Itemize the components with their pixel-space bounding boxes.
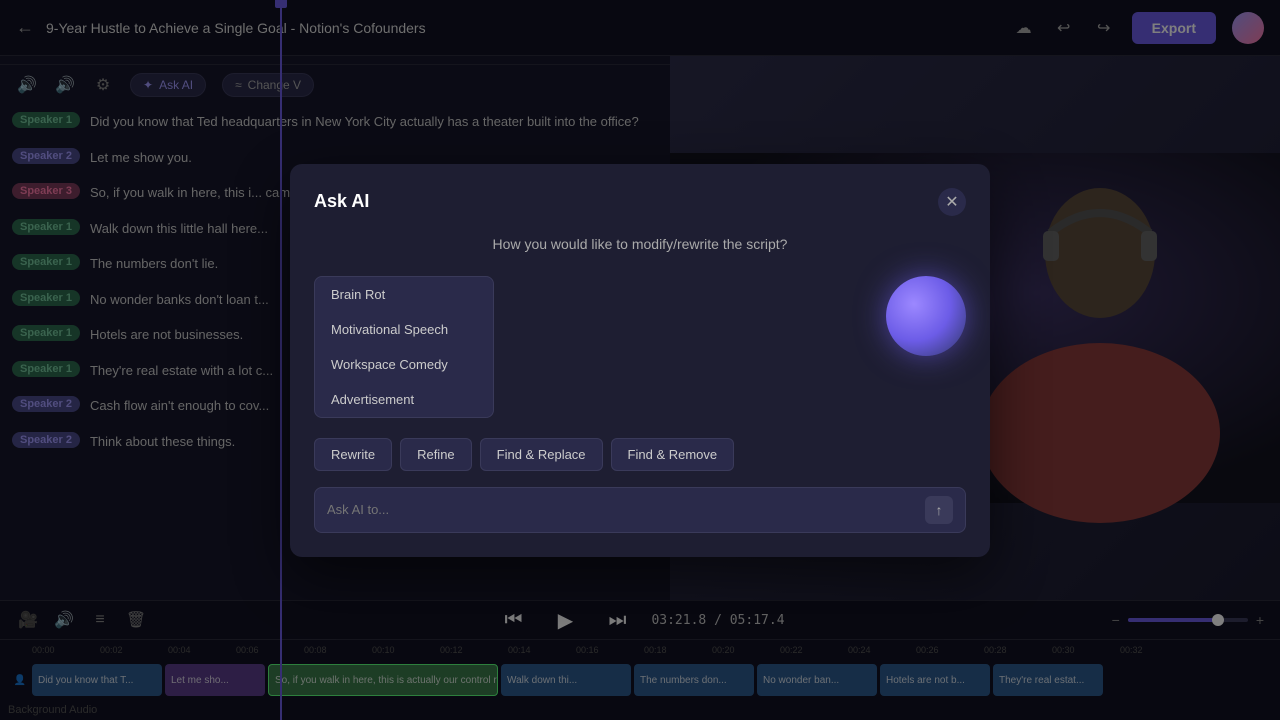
dropdown-item[interactable]: Motivational Speech: [315, 312, 493, 347]
find-&-replace-button[interactable]: Find & Replace: [480, 438, 603, 471]
ask-ai-modal: Ask AI ✕ How you would like to modify/re…: [290, 164, 990, 557]
modal-header: Ask AI ✕: [314, 188, 966, 216]
modal-buttons: RewriteRefineFind & ReplaceFind & Remove: [314, 438, 966, 471]
dropdown-item[interactable]: Brain Rot: [315, 277, 493, 312]
modal-overlay: Ask AI ✕ How you would like to modify/re…: [0, 0, 1280, 720]
modal-title: Ask AI: [314, 191, 369, 212]
find-&-remove-button[interactable]: Find & Remove: [611, 438, 735, 471]
dropdown-menu: Brain RotMotivational SpeechWorkspace Co…: [314, 276, 494, 418]
modal-input-area: ↑: [314, 487, 966, 533]
ask-ai-input[interactable]: [327, 502, 917, 517]
modal-close-button[interactable]: ✕: [938, 188, 966, 216]
ai-orb: [886, 276, 966, 356]
dropdown-item[interactable]: Workspace Comedy: [315, 347, 493, 382]
modal-content-area: Brain RotMotivational SpeechWorkspace Co…: [314, 276, 966, 418]
modal-question: How you would like to modify/rewrite the…: [314, 236, 966, 252]
refine-button[interactable]: Refine: [400, 438, 472, 471]
send-button[interactable]: ↑: [925, 496, 953, 524]
dropdown-item[interactable]: Advertisement: [315, 382, 493, 417]
rewrite-button[interactable]: Rewrite: [314, 438, 392, 471]
